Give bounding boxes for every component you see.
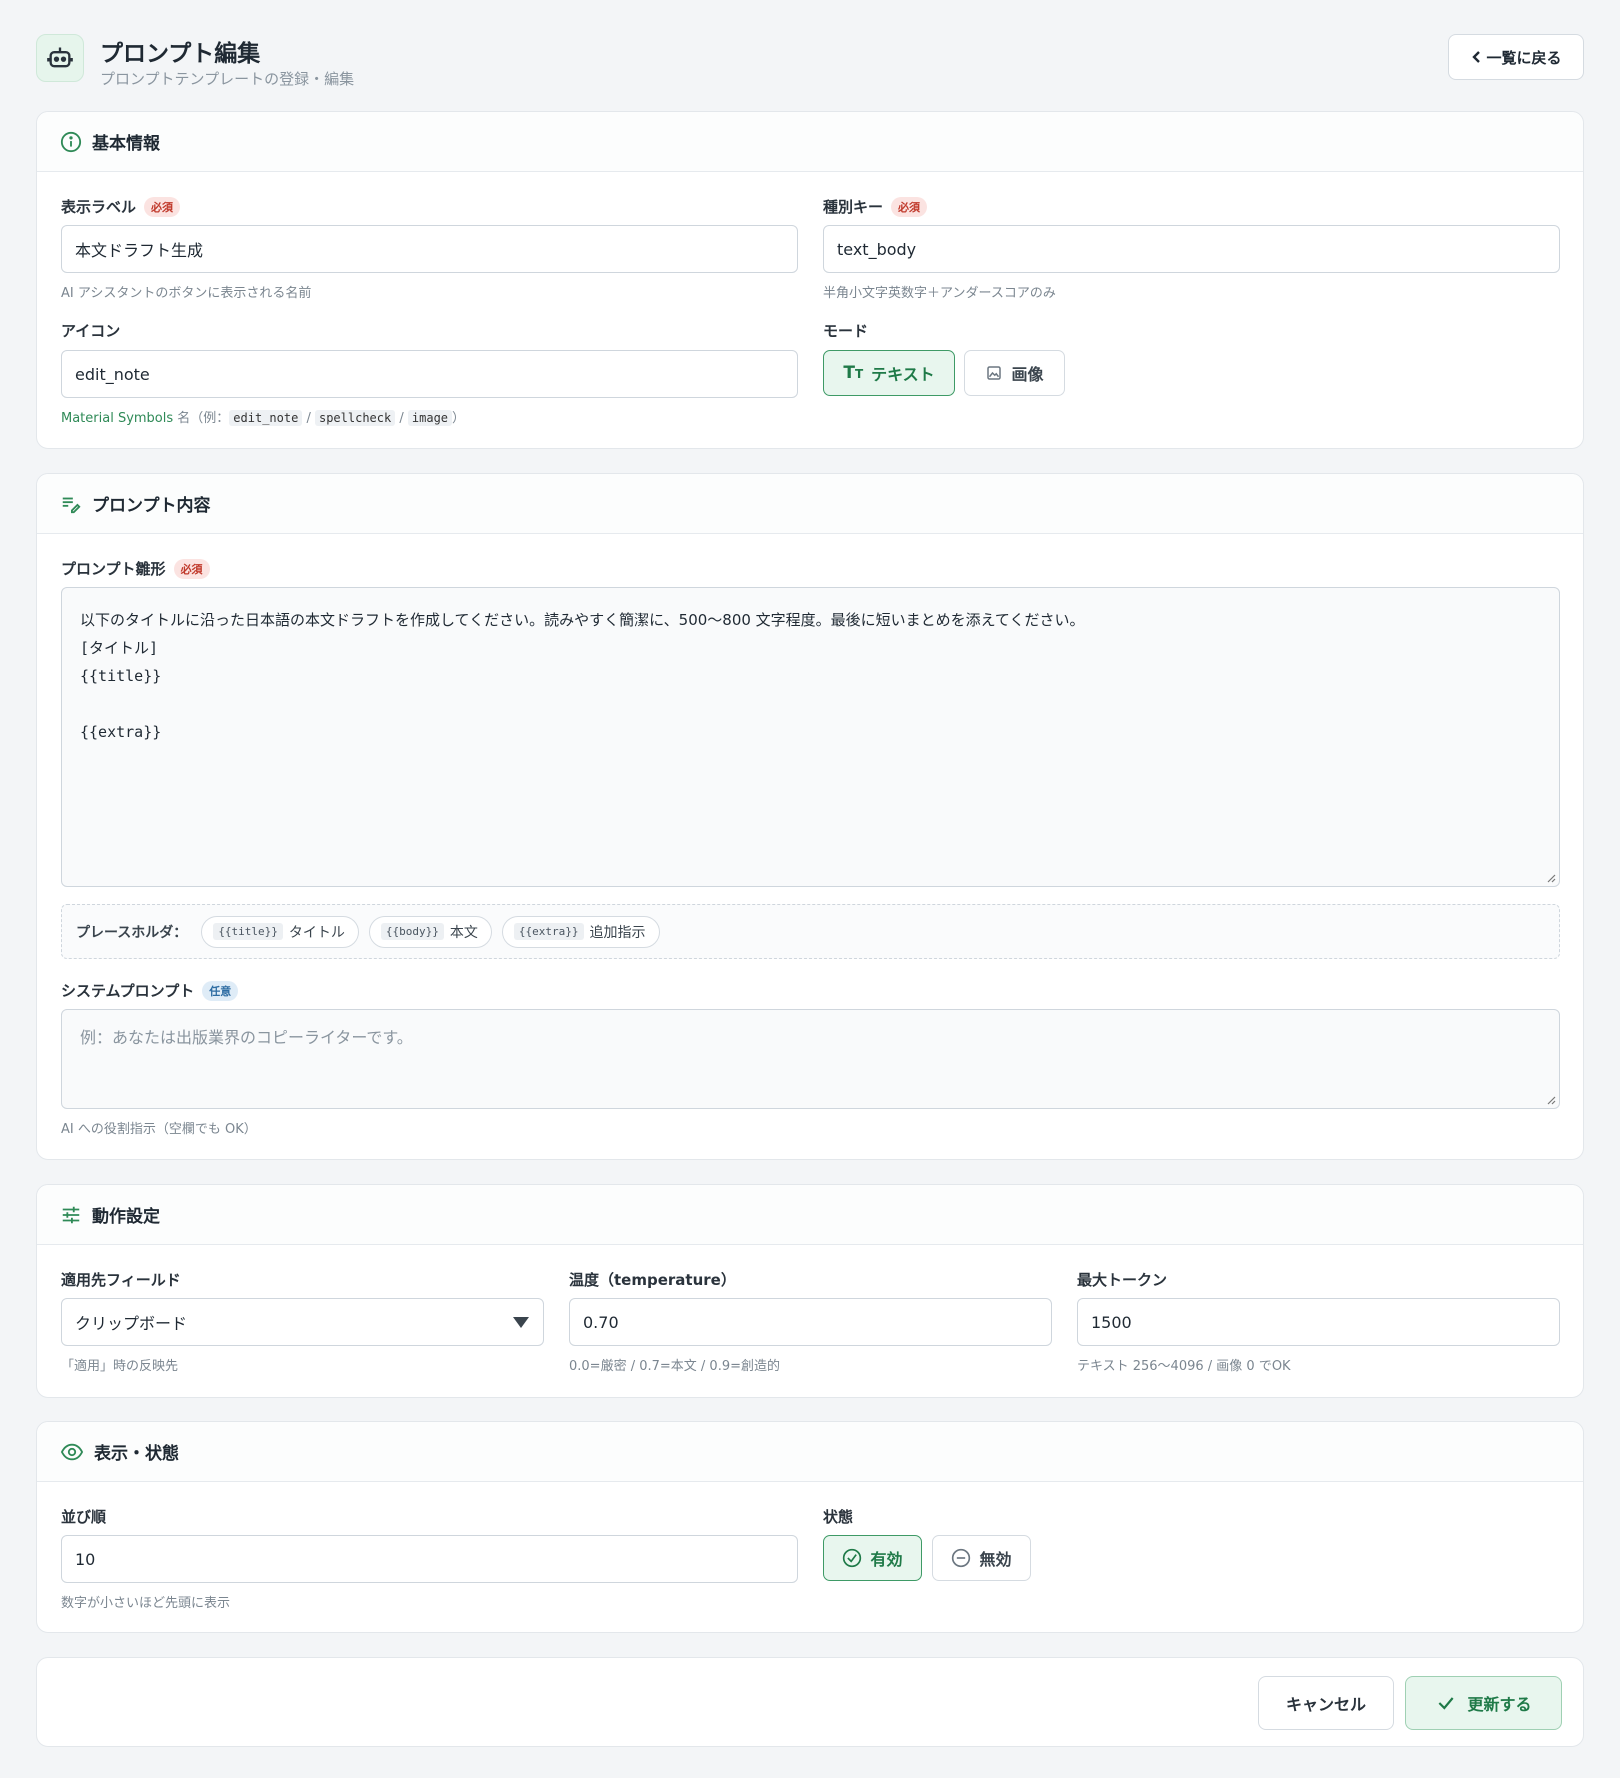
behavior-card: 動作設定 適用先フィールド クリップボード 「適用」時の反映先 温度（tempe… <box>36 1184 1584 1398</box>
target-field-label: 適用先フィールド <box>61 1271 181 1289</box>
back-to-list-button[interactable]: 一覧に戻る <box>1448 34 1584 80</box>
resize-handle-icon[interactable] <box>1546 873 1556 883</box>
target-field-select[interactable]: クリップボード <box>61 1298 544 1346</box>
type-key-hint: 半角小文字英数字＋アンダースコアのみ <box>823 286 1056 301</box>
check-icon <box>1439 1697 1454 1710</box>
prompt-content-card: プロンプト内容 プロンプト雛形 必須 以下のタイトルに沿った日本語の本文ドラフトを… <box>36 473 1584 1160</box>
status-label: 状態 <box>823 1508 854 1526</box>
dropdown-arrow-icon <box>513 1317 529 1328</box>
temperature-hint: 0.0=厳密 / 0.7=本文 / 0.9=創造的 <box>569 1359 780 1374</box>
info-icon <box>60 131 82 152</box>
max-tokens-label: 最大トークン <box>1077 1271 1168 1289</box>
max-tokens-hint: テキスト 256〜4096 / 画像 0 でOK <box>1077 1359 1291 1374</box>
type-key-input[interactable]: text_body <box>823 225 1560 273</box>
system-prompt-textarea[interactable]: 例：あなたは出版業界のコピーライターです。 <box>61 1009 1560 1109</box>
temperature-input[interactable]: 0.70 <box>569 1298 1052 1346</box>
placeholder-label: プレースホルダ： <box>76 924 188 941</box>
placeholder-chip-title[interactable]: {{title}} タイトル <box>201 915 359 948</box>
minus-circle-icon <box>952 1548 971 1568</box>
back-label: 一覧に戻る <box>1486 48 1562 67</box>
check-circle-icon <box>843 1548 862 1568</box>
mode-text-button[interactable]: TT テキスト <box>823 350 955 396</box>
label-field-label: 表示ラベル 必須 <box>61 196 181 217</box>
basic-info-card: 基本情報 表示ラベル 必須 本文ドラフト生成 AI アシスタントのボタンに表示され… <box>36 111 1584 449</box>
page-header: プロンプト編集 プロンプトテンプレートの登録・編集 一覧に戻る <box>36 32 1584 88</box>
display-label-input[interactable]: 本文ドラフト生成 <box>61 225 798 273</box>
sort-order-hint: 数字が小さいほど先頭に表示 <box>61 1596 231 1611</box>
page-title: プロンプト編集 <box>100 41 261 67</box>
display-status-header: 表示・状態 <box>37 1422 1583 1482</box>
mode-label: モード <box>823 322 869 340</box>
optional-badge: 任意 <box>202 980 239 1001</box>
required-badge: 必須 <box>144 196 181 217</box>
system-prompt-label: システムプロンプト 任意 <box>61 980 239 1001</box>
eye-icon <box>60 1443 84 1460</box>
icon-input[interactable]: edit_note <box>61 350 798 398</box>
basic-info-title: 基本情報 <box>92 134 160 154</box>
resize-handle-icon[interactable] <box>1546 1095 1556 1105</box>
behavior-title: 動作設定 <box>92 1207 160 1227</box>
placeholder-chip-body[interactable]: {{body}} 本文 <box>368 915 492 948</box>
image-icon <box>987 366 1002 380</box>
display-status-title: 表示・状態 <box>94 1444 179 1464</box>
template-label: プロンプト雛形 必須 <box>61 558 210 579</box>
status-enabled-button[interactable]: 有効 <box>823 1535 922 1581</box>
order-label: 並び順 <box>61 1508 107 1526</box>
behavior-header: 動作設定 <box>37 1185 1583 1245</box>
required-badge: 必須 <box>891 196 928 217</box>
update-button[interactable]: 更新する <box>1405 1676 1562 1730</box>
display-status-card: 表示・状態 並び順 10 数字が小さいほど先頭に表示 状態 有効 無効 <box>36 1421 1584 1633</box>
max-tokens-input[interactable]: 1500 <box>1077 1298 1560 1346</box>
status-disabled-button[interactable]: 無効 <box>932 1535 1031 1581</box>
footer-actions-card: キャンセル 更新する <box>36 1657 1584 1747</box>
system-prompt-hint: AI への役割指示（空欄でも OK） <box>61 1122 257 1137</box>
prompt-template-textarea[interactable]: 以下のタイトルに沿った日本語の本文ドラフトを作成してください。読みやすく簡潔に、… <box>61 587 1560 887</box>
robot-icon <box>36 34 84 82</box>
page-subtitle: プロンプトテンプレートの登録・編集 <box>100 70 355 88</box>
key-field-label: 種別キー 必須 <box>823 196 928 217</box>
basic-info-header: 基本情報 <box>37 112 1583 172</box>
display-label-hint: AI アシスタントのボタンに表示される名前 <box>61 286 312 301</box>
edit-note-icon <box>62 497 81 513</box>
icon-hint: Material Symbols 名（例： edit_note / spellch… <box>61 410 466 426</box>
chevron-left-icon <box>1472 51 1481 63</box>
prompt-content-title: プロンプト内容 <box>92 496 211 516</box>
text-format-icon: TT <box>843 363 864 383</box>
placeholder-list: プレースホルダ： {{title}} タイトル {{body}} 本文 {{ex… <box>61 904 1560 959</box>
prompt-content-header: プロンプト内容 <box>37 474 1583 534</box>
tune-icon <box>62 1206 80 1223</box>
temperature-label: 温度（temperature） <box>569 1271 736 1289</box>
mode-image-button[interactable]: 画像 <box>964 350 1065 396</box>
icon-field-label: アイコン <box>61 322 121 340</box>
required-badge: 必須 <box>173 558 210 579</box>
cancel-button[interactable]: キャンセル <box>1258 1676 1394 1730</box>
target-field-hint: 「適用」時の反映先 <box>61 1359 179 1374</box>
placeholder-chip-extra[interactable]: {{extra}} 追加指示 <box>501 915 660 948</box>
sort-order-input[interactable]: 10 <box>61 1535 798 1583</box>
